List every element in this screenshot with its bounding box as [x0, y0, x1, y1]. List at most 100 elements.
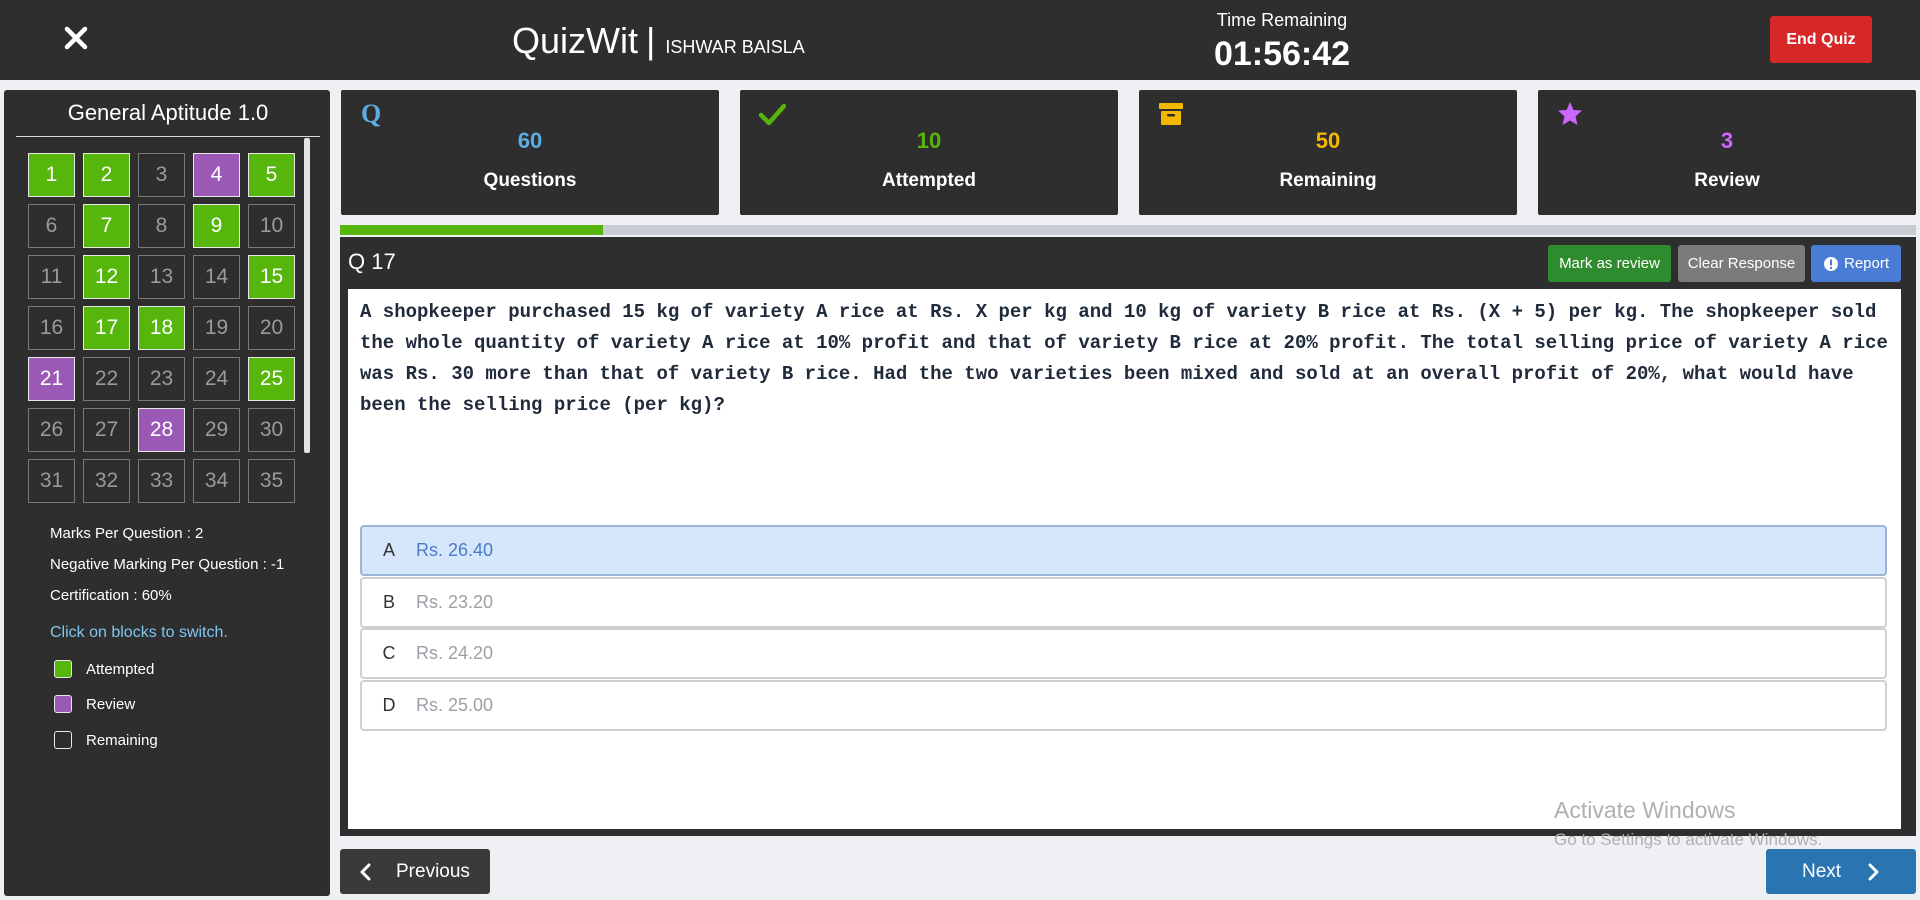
question-block[interactable]: 8 [138, 204, 185, 248]
q-icon: Q [361, 100, 381, 128]
next-button[interactable]: Next [1766, 849, 1916, 894]
option-value: Rs. 26.40 [416, 540, 494, 560]
question-block[interactable]: 21 [28, 357, 75, 401]
question-block[interactable]: 30 [248, 408, 295, 452]
marks-per-question: Marks Per Question : 2 [50, 525, 204, 542]
question-block[interactable]: 14 [193, 255, 240, 299]
option-c[interactable]: C Rs. 24.20 [360, 628, 1887, 679]
question-block[interactable]: 22 [83, 357, 130, 401]
review-swatch [54, 695, 72, 713]
next-label: Next [1802, 860, 1842, 882]
brand-separator: | [646, 20, 656, 61]
question-block[interactable]: 27 [83, 408, 130, 452]
option-letter: C [382, 643, 396, 663]
stat-review: 3 Review [1538, 90, 1916, 215]
legend-label: Review [86, 695, 136, 713]
review-count: 3 [1720, 128, 1734, 153]
option-value: Rs. 23.20 [416, 592, 494, 612]
question-block[interactable]: 29 [193, 408, 240, 452]
question-block[interactable]: 10 [248, 204, 295, 248]
progress-fill [340, 225, 603, 235]
option-a[interactable]: A Rs. 26.40 [360, 525, 1887, 576]
legend-remaining: Remaining [54, 731, 158, 749]
stat-remaining: 50 Remaining [1139, 90, 1517, 215]
question-block[interactable]: 15 [248, 255, 295, 299]
option-value: Rs. 24.20 [416, 643, 494, 663]
question-block[interactable]: 3 [138, 153, 185, 197]
question-block[interactable]: 12 [83, 255, 130, 299]
option-letter: A [382, 540, 395, 560]
attempted-count: 10 [916, 128, 942, 153]
sidebar-scrollbar[interactable] [304, 138, 310, 453]
option-value: Rs. 25.00 [416, 695, 494, 715]
question-block[interactable]: 18 [138, 306, 185, 350]
question-block[interactable]: 19 [193, 306, 240, 350]
question-block[interactable]: 1 [28, 153, 75, 197]
quiz-progress-bar [340, 225, 1916, 235]
question-navigator: General Aptitude 1.0 1 2 3 4 5 6 7 8 9 10 11 12 13 14… [4, 90, 330, 896]
question-block[interactable]: 2 [83, 153, 130, 197]
question-block[interactable]: 7 [83, 204, 130, 248]
end-quiz-button[interactable]: End Quiz [1770, 16, 1872, 63]
question-block[interactable]: 28 [138, 408, 185, 452]
activate-windows-subtitle: Go to Settings to activate Windows. [1554, 830, 1823, 849]
certification: Certification : 60% [50, 587, 172, 604]
question-block[interactable]: 9 [193, 204, 240, 248]
question-block[interactable]: 26 [28, 408, 75, 452]
option-letter: B [382, 592, 395, 612]
switch-hint: Click on blocks to switch. [50, 624, 228, 641]
timer-value: 01:56:42 [1213, 35, 1351, 73]
remaining-swatch [54, 731, 72, 749]
question-block[interactable]: 35 [248, 459, 295, 503]
quiz-title: General Aptitude 1.0 [16, 100, 320, 137]
timer: Time Remaining 01:56:42 [1200, 10, 1364, 74]
attempted-label: Attempted [882, 170, 976, 191]
questions-count: 60 [517, 128, 543, 153]
question-block[interactable]: 4 [193, 153, 240, 197]
clear-response-button[interactable]: Clear Response [1678, 245, 1805, 282]
question-block[interactable]: 20 [248, 306, 295, 350]
mark-review-button[interactable]: Mark as review [1548, 245, 1671, 282]
report-label: Report [1843, 255, 1890, 272]
question-block[interactable]: 25 [248, 357, 295, 401]
option-letter: D [382, 695, 396, 715]
review-label: Review [1694, 170, 1760, 191]
timer-label: Time Remaining [1216, 10, 1348, 30]
report-button[interactable]: Report [1811, 245, 1901, 282]
question-block[interactable]: 13 [138, 255, 185, 299]
option-d[interactable]: D Rs. 25.00 [360, 680, 1887, 731]
user-name: ISHWAR BAISLA [665, 37, 805, 57]
app-name: QuizWit [512, 20, 638, 61]
archive-icon [1159, 103, 1183, 125]
question-panel: Q 17 Mark as review Clear Response Repor… [340, 237, 1916, 836]
star-icon [1558, 102, 1582, 125]
option-b[interactable]: B Rs. 23.20 [360, 577, 1887, 628]
legend-review: Review [54, 695, 135, 713]
stat-attempted: 10 Attempted [740, 90, 1118, 215]
question-block[interactable]: 31 [28, 459, 75, 503]
stat-questions: Q 60 Questions [341, 90, 719, 215]
question-block[interactable]: 34 [193, 459, 240, 503]
question-block[interactable]: 16 [28, 306, 75, 350]
question-block[interactable]: 11 [28, 255, 75, 299]
question-block[interactable]: 32 [83, 459, 130, 503]
check-icon [758, 103, 786, 126]
close-icon[interactable] [60, 22, 92, 54]
remaining-count: 50 [1315, 128, 1341, 153]
question-block[interactable]: 24 [193, 357, 240, 401]
legend-attempted: Attempted [54, 660, 154, 678]
question-block[interactable]: 23 [138, 357, 185, 401]
negative-marking: Negative Marking Per Question : -1 [50, 556, 285, 573]
questions-label: Questions [483, 170, 577, 191]
question-block[interactable]: 5 [248, 153, 295, 197]
top-bar: QuizWit | ISHWAR BAISLA Time Remaining 0… [0, 0, 1920, 80]
question-number: Q 17 [348, 249, 396, 274]
chevron-left-icon [360, 863, 371, 880]
question-block[interactable]: 17 [83, 306, 130, 350]
question-block[interactable]: 33 [138, 459, 185, 503]
legend-label: Attempted [86, 660, 155, 678]
question-block[interactable]: 6 [28, 204, 75, 248]
previous-button[interactable]: Previous [340, 849, 490, 894]
brand: QuizWit | ISHWAR BAISLA [512, 20, 805, 62]
question-text: A shopkeeper purchased 15 kg of variety … [360, 301, 1888, 416]
